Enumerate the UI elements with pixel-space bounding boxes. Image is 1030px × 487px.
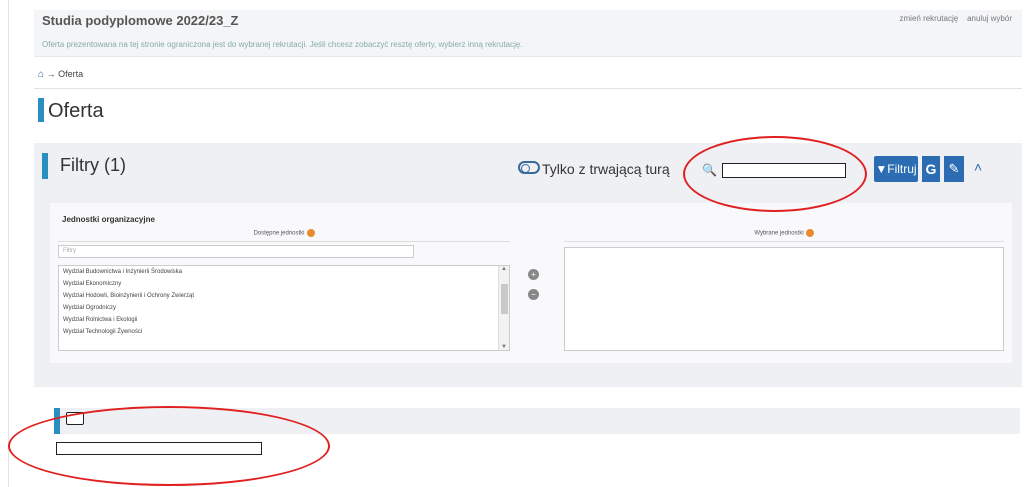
list-item[interactable]: Wydział Hodowli, Bioinżynierii i Ochrony… — [59, 290, 509, 302]
clear-filters-button[interactable]: ✎ — [944, 156, 964, 182]
divider — [34, 88, 1022, 89]
breadcrumb: ⌂ → Oferta — [38, 69, 83, 80]
scroll-up-icon[interactable]: ▲ — [501, 266, 507, 272]
scroll-thumb[interactable] — [501, 284, 508, 314]
help-icon[interactable] — [805, 229, 814, 237]
toggle-knob — [521, 164, 530, 173]
annotation-circle — [8, 406, 330, 486]
header-actions: zmień rekrutację anuluj wybór — [900, 14, 1013, 23]
add-unit-button[interactable]: + — [528, 269, 539, 280]
collapse-chevron-icon[interactable]: ˄ — [974, 159, 982, 175]
recruitment-title: Studia podyplomowe 2022/23_Z — [42, 13, 239, 28]
scroll-down-icon[interactable]: ▼ — [501, 344, 507, 350]
available-units-header: Dostępne jednostki — [58, 229, 510, 242]
filter-panel: Filtry (1) Tylko z trwającą turą 🔍 ▼Filt… — [34, 143, 1022, 387]
help-icon[interactable] — [306, 229, 315, 237]
available-units-label: Dostępne jednostki — [253, 230, 305, 237]
available-units-list[interactable]: Wydział Budownictwa i Inżynierii Środowi… — [58, 265, 510, 351]
selected-units-label: Wybrane jednostki — [754, 230, 804, 237]
page-title: Oferta — [48, 100, 104, 122]
g-button[interactable]: G — [922, 156, 940, 182]
eraser-icon: ✎ — [948, 161, 960, 176]
scrollbar[interactable]: ▲ ▼ — [498, 266, 509, 350]
org-units-heading: Jednostki organizacyjne — [62, 215, 155, 224]
filter-title: Filtry (1) — [60, 155, 126, 175]
home-icon[interactable]: ⌂ — [38, 69, 44, 80]
filter-title-accent — [42, 153, 48, 179]
change-recruitment-link[interactable]: zmień rekrutację — [900, 14, 959, 23]
filter-button-label: Filtruj — [887, 162, 917, 176]
recruitment-description: Oferta prezentowana na tej stronie ogran… — [42, 40, 523, 49]
ongoing-round-label: Tylko z trwającą turą — [542, 161, 670, 177]
remove-unit-button[interactable]: − — [528, 289, 539, 300]
list-item[interactable]: Wydział Ekonomiczny — [59, 278, 509, 290]
list-item[interactable]: Wydział Rolnictwa i Ekologii — [59, 314, 509, 326]
annotation-circle — [683, 136, 867, 212]
cancel-selection-link[interactable]: anuluj wybór — [967, 14, 1012, 23]
selected-units-header: Wybrane jednostki — [564, 229, 1004, 242]
breadcrumb-separator: → — [46, 69, 56, 79]
list-item[interactable]: Wydział Ogrodniczy — [59, 302, 509, 314]
list-item[interactable]: Wydział Budownictwa i Inżynierii Środowi… — [59, 266, 509, 278]
breadcrumb-current: Oferta — [58, 69, 84, 79]
filter-icon: ▼ — [875, 162, 888, 176]
list-item[interactable]: Wydział Technologii Żywności — [59, 326, 509, 338]
org-units-card: Jednostki organizacyjne Dostępne jednost… — [50, 203, 1012, 363]
page-title-accent — [38, 98, 44, 122]
recruitment-header: Studia podyplomowe 2022/23_Z Oferta prez… — [34, 10, 1022, 57]
available-units-filter-input[interactable]: Filtry — [58, 245, 414, 258]
selected-units-list[interactable] — [564, 247, 1004, 351]
ongoing-round-toggle[interactable] — [518, 161, 540, 174]
filter-button[interactable]: ▼Filtruj — [874, 156, 918, 182]
